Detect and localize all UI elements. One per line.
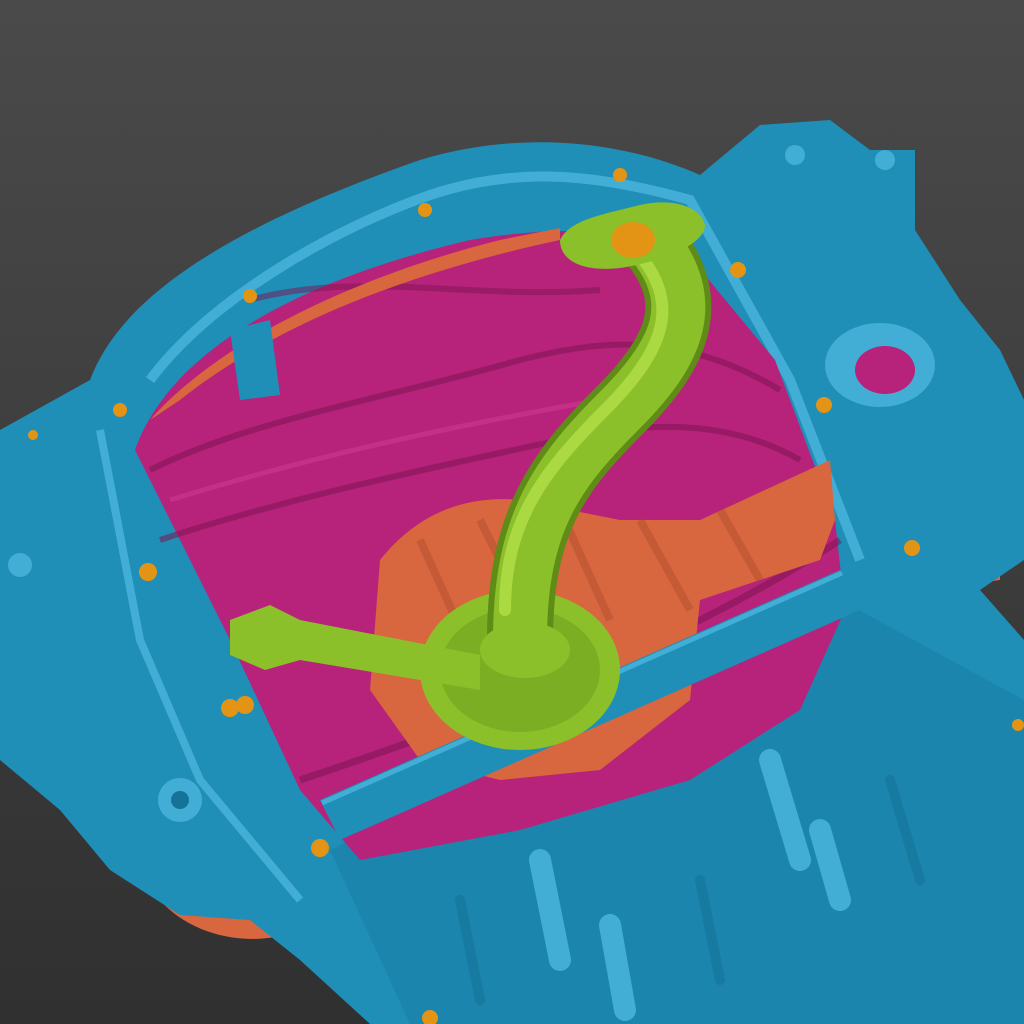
oil-pan-scan-render[interactable] (0, 0, 1024, 1024)
3d-viewport[interactable] (0, 0, 1024, 1024)
